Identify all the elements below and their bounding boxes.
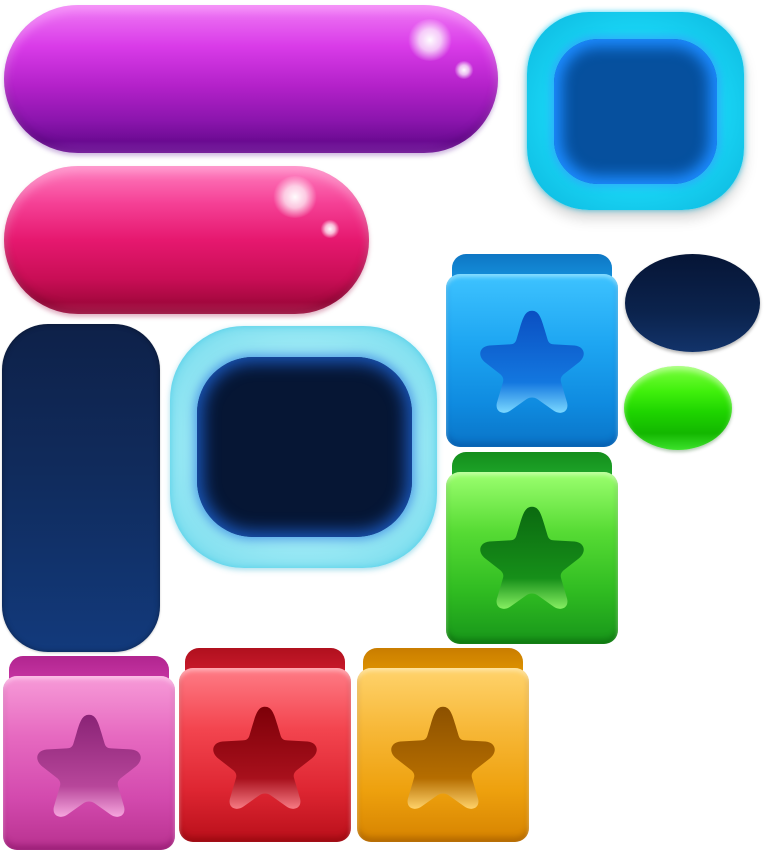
gloss-highlight [407, 19, 453, 61]
star-icon [480, 506, 584, 609]
purple-pill-button[interactable] [4, 5, 498, 153]
red-star-box[interactable] [179, 648, 351, 842]
star-icon [391, 706, 495, 809]
green-star-box[interactable] [446, 452, 618, 644]
square-frame-inner-panel [197, 357, 412, 537]
green-oval-button[interactable] [624, 366, 732, 450]
blue-star-box[interactable] [446, 254, 618, 447]
gloss-highlight-small [454, 61, 474, 79]
pink-star-box[interactable] [3, 656, 175, 850]
star-icon [213, 706, 317, 809]
star-icon [480, 310, 584, 413]
glowing-cyan-square-frame[interactable] [527, 12, 744, 210]
gloss-highlight-small [320, 220, 340, 238]
navy-tall-panel [2, 324, 160, 652]
gloss-highlight [272, 176, 318, 218]
square-frame-inner-panel [554, 39, 717, 184]
glowing-dark-square-frame[interactable] [170, 326, 437, 568]
orange-star-box[interactable] [357, 648, 529, 842]
star-icon [37, 714, 141, 817]
pink-pill-button[interactable] [4, 166, 369, 314]
navy-oval-button[interactable] [625, 254, 760, 352]
